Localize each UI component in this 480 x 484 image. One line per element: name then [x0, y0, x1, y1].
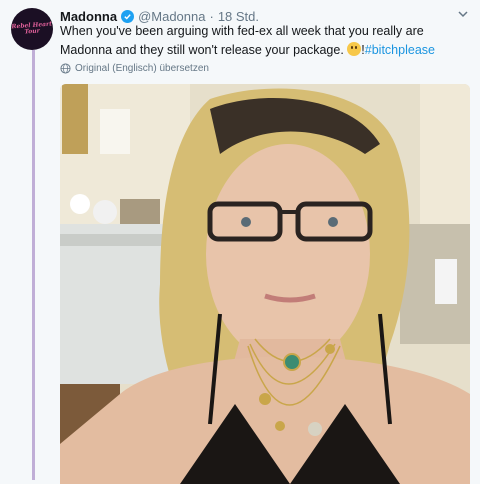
- tweet-photo[interactable]: [60, 84, 470, 484]
- avatar[interactable]: Rebel Heart Tour: [11, 8, 53, 50]
- smiley-emoji-icon: [347, 42, 362, 56]
- tweet-text: When you've been arguing with fed-ex all…: [60, 22, 470, 60]
- globe-icon: [60, 63, 71, 74]
- thread-line: [32, 50, 35, 480]
- verified-badge-icon: [121, 9, 135, 23]
- tweet: Rebel Heart Tour Madonna @Madonna · 18 S…: [0, 0, 480, 484]
- hashtag-link[interactable]: #bitchplease: [365, 43, 435, 57]
- avatar-logo-text: Rebel Heart Tour: [11, 20, 53, 36]
- translate-label: Original (Englisch) übersetzen: [75, 63, 209, 74]
- chevron-down-icon[interactable]: [456, 7, 470, 21]
- selfie-image: [60, 84, 470, 484]
- translate-link[interactable]: Original (Englisch) übersetzen: [60, 63, 209, 74]
